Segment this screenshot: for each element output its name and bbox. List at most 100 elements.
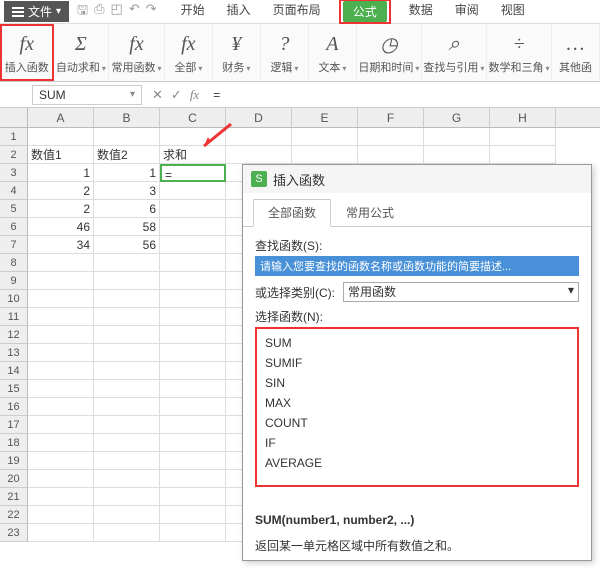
row-header[interactable]: 10 [0,290,28,308]
cell[interactable] [160,272,226,290]
cell[interactable] [160,434,226,452]
cell[interactable] [94,254,160,272]
cell[interactable] [292,128,358,146]
row-header[interactable]: 13 [0,344,28,362]
row-header[interactable]: 1 [0,128,28,146]
row-header[interactable]: 20 [0,470,28,488]
tab-data[interactable]: 数据 [405,0,437,24]
function-item[interactable]: COUNT [263,413,571,433]
col-header[interactable]: F [358,108,424,127]
cell[interactable] [94,380,160,398]
cell[interactable] [28,362,94,380]
cell[interactable]: 56 [94,236,160,254]
ribbon-lookup[interactable]: ⌕ 查找与引用▾ [422,24,487,81]
row-header[interactable]: 23 [0,524,28,542]
search-function-input[interactable] [255,256,579,276]
row-header[interactable]: 19 [0,452,28,470]
col-header[interactable]: E [292,108,358,127]
cell[interactable] [28,398,94,416]
cell[interactable] [28,416,94,434]
cell[interactable]: 数值1 [28,146,94,164]
col-header[interactable]: B [94,108,160,127]
cell[interactable] [94,362,160,380]
cell[interactable] [94,524,160,542]
save-icon[interactable]: 🖫 [77,1,88,23]
tab-layout[interactable]: 页面布局 [269,0,325,24]
cell[interactable]: 1 [28,164,94,182]
cell[interactable]: 6 [94,200,160,218]
cell[interactable] [160,326,226,344]
fx-icon[interactable]: fx [190,87,199,103]
cell[interactable] [160,254,226,272]
cell[interactable]: = [160,164,226,182]
cell[interactable] [28,326,94,344]
function-item[interactable]: SIN [263,373,571,393]
tab-home[interactable]: 开始 [177,0,209,24]
cell[interactable] [94,272,160,290]
select-all-corner[interactable] [0,108,28,127]
tab-insert[interactable]: 插入 [223,0,255,24]
dialog-tab-common[interactable]: 常用公式 [331,199,409,226]
preview-icon[interactable]: ◰ [111,1,123,23]
cell[interactable] [160,398,226,416]
cell[interactable] [160,290,226,308]
cell[interactable] [94,344,160,362]
cell[interactable] [94,290,160,308]
row-header[interactable]: 6 [0,218,28,236]
cell[interactable] [94,308,160,326]
print-icon[interactable]: ⎙ [94,1,104,23]
formula-input[interactable]: = [209,88,594,102]
row-header[interactable]: 3 [0,164,28,182]
cell[interactable] [28,344,94,362]
row-header[interactable]: 9 [0,272,28,290]
cell[interactable] [28,128,94,146]
cancel-icon[interactable]: ✕ [152,87,163,103]
cell[interactable] [160,308,226,326]
ribbon-insert-function[interactable]: fx 插入函数 [0,24,54,81]
row-header[interactable]: 17 [0,416,28,434]
cell[interactable] [424,146,490,164]
undo-icon[interactable]: ↶ [129,1,140,23]
row-header[interactable]: 21 [0,488,28,506]
cell[interactable] [160,362,226,380]
row-header[interactable]: 7 [0,236,28,254]
cell[interactable] [94,128,160,146]
row-header[interactable]: 16 [0,398,28,416]
ribbon-other[interactable]: … 其他函 [552,24,600,81]
category-select[interactable]: 常用函数 ▾ [343,282,579,302]
ribbon-financial[interactable]: ¥ 财务▾ [213,24,261,81]
cell[interactable] [160,506,226,524]
tab-formula[interactable]: 公式 [343,1,387,22]
cell[interactable] [28,308,94,326]
cell[interactable] [94,434,160,452]
cell[interactable] [94,452,160,470]
ribbon-text[interactable]: A 文本▾ [309,24,357,81]
cell[interactable]: 2 [28,200,94,218]
ribbon-math[interactable]: ÷ 数学和三角▾ [487,24,552,81]
function-list[interactable]: SUM SUMIF SIN MAX COUNT IF AVERAGE [255,327,579,487]
cell[interactable] [160,200,226,218]
row-header[interactable]: 12 [0,326,28,344]
cell[interactable] [28,380,94,398]
row-header[interactable]: 18 [0,434,28,452]
ribbon-common-func[interactable]: fx 常用函数▾ [109,24,165,81]
cell[interactable]: 34 [28,236,94,254]
cell[interactable]: 46 [28,218,94,236]
cell[interactable] [28,272,94,290]
row-header[interactable]: 14 [0,362,28,380]
cell[interactable] [160,470,226,488]
cell[interactable] [358,146,424,164]
function-item[interactable]: AVERAGE [263,453,571,473]
row-header[interactable]: 5 [0,200,28,218]
cell[interactable] [28,470,94,488]
cell[interactable] [160,380,226,398]
function-item[interactable]: SUMIF [263,353,571,373]
cell[interactable] [358,128,424,146]
cell[interactable] [160,452,226,470]
file-menu[interactable]: 文件 ▾ [4,1,69,22]
cell[interactable]: 3 [94,182,160,200]
col-header[interactable]: G [424,108,490,127]
cell[interactable] [94,398,160,416]
cell[interactable] [94,488,160,506]
tab-review[interactable]: 审阅 [451,0,483,24]
